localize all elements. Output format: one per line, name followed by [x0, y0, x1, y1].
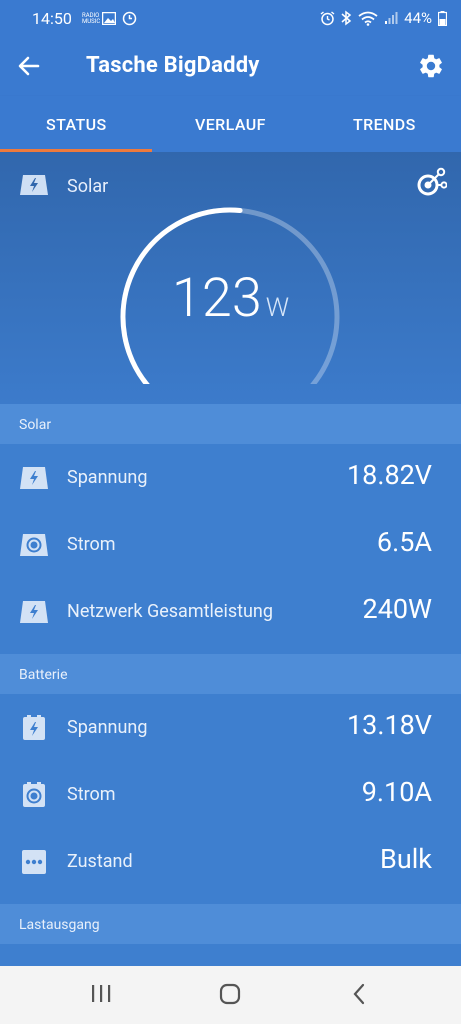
- current-icon: [20, 534, 48, 556]
- solar-current-value: 6.5A: [376, 526, 432, 558]
- list-item-solar-netzwerk[interactable]: Netzwerk Gesamtleistung 240W: [0, 578, 461, 645]
- dots-icon: [22, 850, 46, 874]
- list-item-battery-spannung[interactable]: Spannung 13.18V: [0, 694, 461, 761]
- load-output-list: [0, 944, 461, 966]
- solar-overview: Solar 123 W: [0, 152, 461, 404]
- battery-percent: 44%: [404, 9, 432, 27]
- home-icon[interactable]: [219, 983, 241, 1005]
- back-arrow-icon[interactable]: [16, 53, 42, 79]
- list-item-solar-strom[interactable]: Strom 6.5A: [0, 511, 461, 578]
- recent-apps-icon[interactable]: [91, 983, 111, 1005]
- alarm-icon: [320, 10, 335, 25]
- back-nav-icon[interactable]: [351, 983, 367, 1005]
- timer-icon: [122, 11, 137, 26]
- battery-icon: [438, 10, 447, 26]
- battery-list: Spannung 13.18V Strom 9.10A Zustand Bulk: [0, 694, 461, 895]
- solar-voltage-value: 18.82V: [346, 459, 432, 491]
- tab-status[interactable]: STATUS: [46, 115, 107, 134]
- system-nav-bar: [0, 966, 461, 1024]
- tab-trends[interactable]: TRENDS: [353, 115, 416, 134]
- status-bar: 14:50 RADIO MUSIC 44%: [0, 0, 461, 38]
- power-value: 123: [171, 267, 262, 330]
- list-item-battery-strom[interactable]: Strom 9.10A: [0, 761, 461, 828]
- tab-bar: STATUS VERLAUF TRENDS: [0, 96, 461, 152]
- charge-state-value: Bulk: [380, 843, 432, 875]
- network-power-value: 240W: [362, 593, 432, 625]
- battery-current-icon: [23, 782, 45, 807]
- vedirect-link-icon[interactable]: [413, 166, 447, 200]
- bluetooth-icon: [341, 10, 352, 26]
- solar-list: Spannung 18.82V Strom 6.5A Netzwerk Gesa…: [0, 444, 461, 645]
- power-unit: W: [265, 293, 290, 323]
- battery-current-value: 9.10A: [361, 776, 432, 808]
- battery-bolt-icon: [23, 715, 45, 740]
- tab-verlauf[interactable]: VERLAUF: [195, 115, 266, 134]
- solar-panel-icon: [20, 175, 48, 195]
- status-time: 14:50: [32, 9, 72, 28]
- radio-music-icon: RADIO MUSIC: [82, 11, 101, 25]
- bolt-icon: [20, 601, 48, 623]
- signal-icon: [385, 12, 398, 24]
- list-item-battery-zustand[interactable]: Zustand Bulk: [0, 828, 461, 895]
- page-title: Tasche BigDaddy: [86, 53, 260, 78]
- wifi-icon: [358, 11, 378, 26]
- image-icon: [102, 12, 116, 25]
- battery-voltage-value: 13.18V: [346, 709, 432, 741]
- app-bar: Tasche BigDaddy: [0, 38, 461, 96]
- section-header-batterie: Batterie: [0, 654, 461, 694]
- solar-label: Solar: [67, 176, 109, 197]
- list-item-solar-spannung[interactable]: Spannung 18.82V: [0, 444, 461, 511]
- section-header-lastausgang: Lastausgang: [0, 904, 461, 944]
- section-header-solar: Solar: [0, 404, 461, 444]
- bolt-icon: [20, 467, 48, 489]
- settings-gear-icon[interactable]: [417, 52, 445, 80]
